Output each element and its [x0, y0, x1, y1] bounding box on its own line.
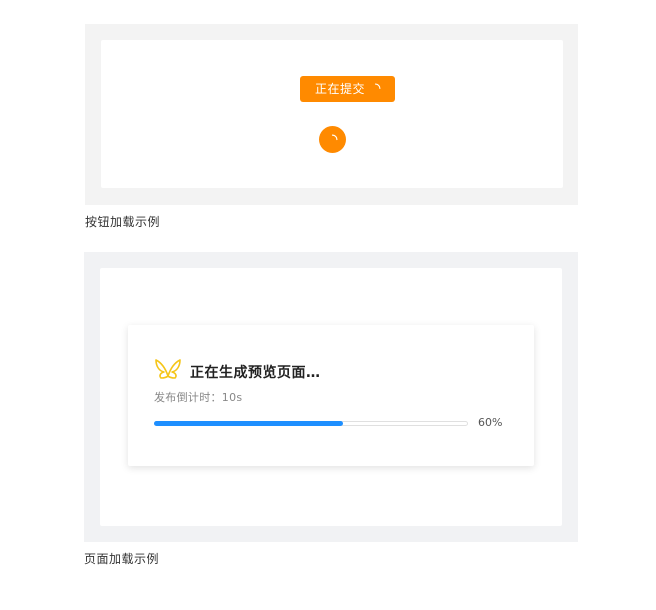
loading-spinner-icon	[331, 134, 338, 141]
progress-percent-text: 60%	[478, 416, 503, 429]
button-demo-panel: 正在提交	[85, 24, 578, 205]
loading-card: 正在生成预览页面… 发布倒计时：10s 60%	[128, 325, 534, 466]
loading-spinner-icon	[374, 83, 381, 90]
circle-loading-button[interactable]	[319, 126, 346, 153]
page-demo-panel: 正在生成预览页面… 发布倒计时：10s 60%	[84, 252, 578, 542]
button-demo-caption: 按钮加载示例	[85, 215, 161, 229]
submitting-button[interactable]: 正在提交	[300, 76, 395, 102]
loading-title: 正在生成预览页面…	[190, 365, 321, 381]
page-demo-caption: 页面加载示例	[84, 552, 160, 566]
submitting-button-label: 正在提交	[315, 82, 366, 96]
countdown-text: 发布倒计时：10s	[154, 391, 243, 404]
page-demo-canvas: 正在生成预览页面… 发布倒计时：10s 60%	[100, 268, 562, 526]
progress-bar-fill	[154, 421, 343, 426]
butterfly-logo-icon	[155, 359, 181, 379]
progress-bar	[154, 421, 468, 426]
button-demo-canvas: 正在提交	[101, 40, 563, 188]
